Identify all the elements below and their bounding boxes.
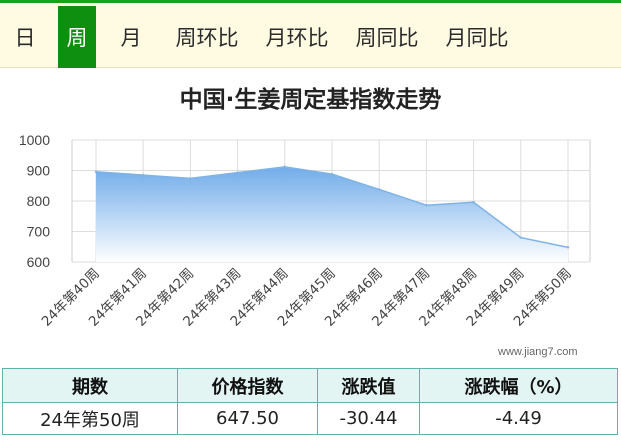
area-fill xyxy=(96,166,568,262)
y-tick-label: 900 xyxy=(27,163,51,179)
tab-week-year-over-year[interactable]: 周同比 xyxy=(346,6,428,68)
data-point xyxy=(94,170,98,173)
summary-table: 期数 价格指数 涨跌值 涨跌幅（%） 24年第50周 647.50 -30.44… xyxy=(2,368,618,435)
tab-month-year-over-year[interactable]: 月同比 xyxy=(436,6,518,68)
data-point xyxy=(519,236,522,239)
y-tick-label: 700 xyxy=(27,224,51,240)
cell-change-value: -30.44 xyxy=(317,402,420,435)
tab-week-over-week[interactable]: 周环比 xyxy=(166,6,248,68)
tab-week[interactable]: 周 xyxy=(58,6,96,68)
cell-price-index: 647.50 xyxy=(177,402,318,435)
data-point xyxy=(283,165,286,169)
header-change-percent: 涨跌幅（%） xyxy=(419,368,618,403)
data-point xyxy=(425,204,428,207)
data-point xyxy=(236,171,239,174)
data-point xyxy=(472,201,475,204)
data-point xyxy=(330,172,334,176)
chart-title: 中国·生姜周定基指数走势 xyxy=(179,87,442,113)
tab-month[interactable]: 月 xyxy=(104,6,158,68)
table-row: 24年第50周 647.50 -30.44 -4.49 xyxy=(2,402,618,435)
watermark: www.jiang7.com xyxy=(498,346,578,358)
y-tick-label: 1000 xyxy=(19,132,50,148)
period-tabbar: 日 周 月 周环比 月环比 周同比 月同比 xyxy=(0,0,621,68)
tab-day[interactable]: 日 xyxy=(0,6,50,68)
header-period: 期数 xyxy=(2,368,178,403)
data-point xyxy=(566,246,570,249)
data-point xyxy=(142,173,145,177)
summary-header-row: 期数 价格指数 涨跌值 涨跌幅（%） xyxy=(2,368,618,403)
header-price-index: 价格指数 xyxy=(177,368,318,403)
y-tick-label: 600 xyxy=(27,254,51,270)
index-trend-chart: 100090080070060024年第40周24年第41周24年第42周24年… xyxy=(19,132,591,330)
y-tick-label: 800 xyxy=(27,193,51,209)
header-change-value: 涨跌值 xyxy=(317,368,420,403)
data-point xyxy=(378,188,381,191)
cell-change-percent: -4.49 xyxy=(419,402,618,435)
tab-month-over-month[interactable]: 月环比 xyxy=(256,6,338,68)
cell-period: 24年第50周 xyxy=(2,402,178,435)
data-point xyxy=(189,177,192,180)
